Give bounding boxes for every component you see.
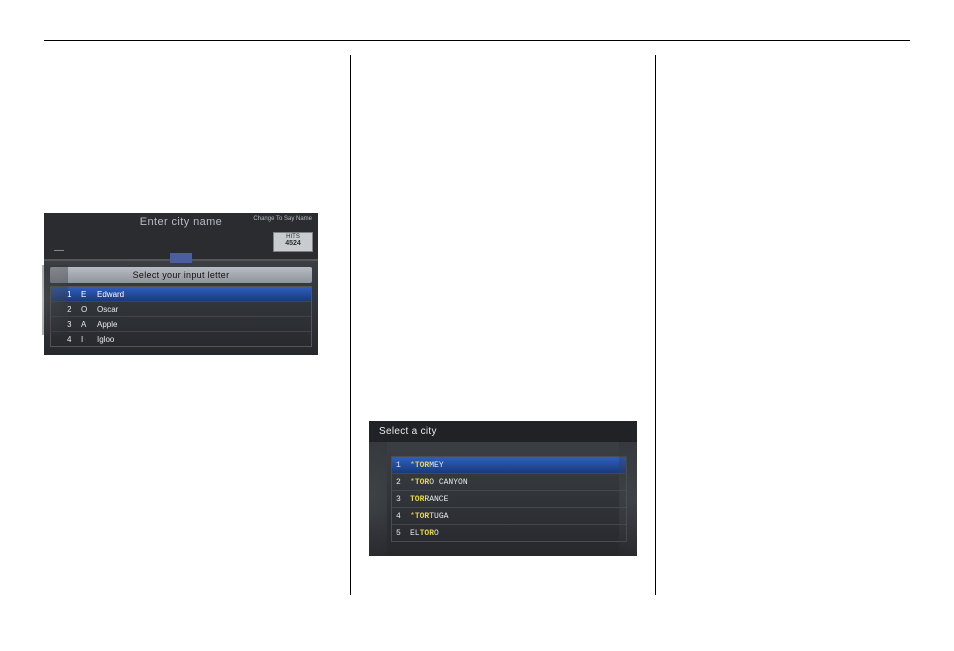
list-item[interactable]: 2 O Oscar — [51, 301, 311, 316]
column-divider — [655, 55, 656, 595]
change-to-say-name[interactable]: Change To Say Name — [253, 216, 312, 223]
input-letter-list: 1 E Edward 2 O Oscar 3 A — [50, 286, 312, 347]
hits-counter: HITS 4524 — [273, 232, 313, 252]
scroll-arc-left[interactable] — [369, 442, 387, 556]
list-item[interactable]: 1 *TORMEY — [392, 457, 626, 473]
input-letter-banner: Select your input letter — [50, 267, 312, 283]
list-item[interactable]: 3 A Apple — [51, 316, 311, 331]
list-item[interactable]: 1 E Edward — [51, 287, 311, 301]
scroll-arc-right[interactable] — [619, 442, 637, 556]
column-3 — [674, 55, 910, 595]
list-item[interactable]: 2 *TORO CANYON — [392, 473, 626, 490]
device2-title: Select a city — [369, 421, 637, 442]
top-rule — [44, 40, 910, 41]
list-item[interactable]: 4 I Igloo — [51, 331, 311, 346]
list-item[interactable]: 5 EL TORO — [392, 524, 626, 541]
column-divider — [350, 55, 351, 595]
city-list: 1 *TORMEY 2 *TORO CANYON 3 TORRANCE 4 — [391, 456, 627, 542]
select-city-device: Select a city 1 *TORMEY 2 *TORO CANYON — [369, 421, 637, 556]
scroll-arc-left[interactable] — [42, 265, 68, 335]
enter-city-device: Enter city name Change To Say Name HITS … — [44, 213, 318, 355]
down-arrow-icon[interactable] — [170, 253, 192, 263]
list-item[interactable]: 3 TORRANCE — [392, 490, 626, 507]
list-item[interactable]: 4 *TORTUGA — [392, 507, 626, 524]
input-caret: — — [54, 245, 64, 256]
